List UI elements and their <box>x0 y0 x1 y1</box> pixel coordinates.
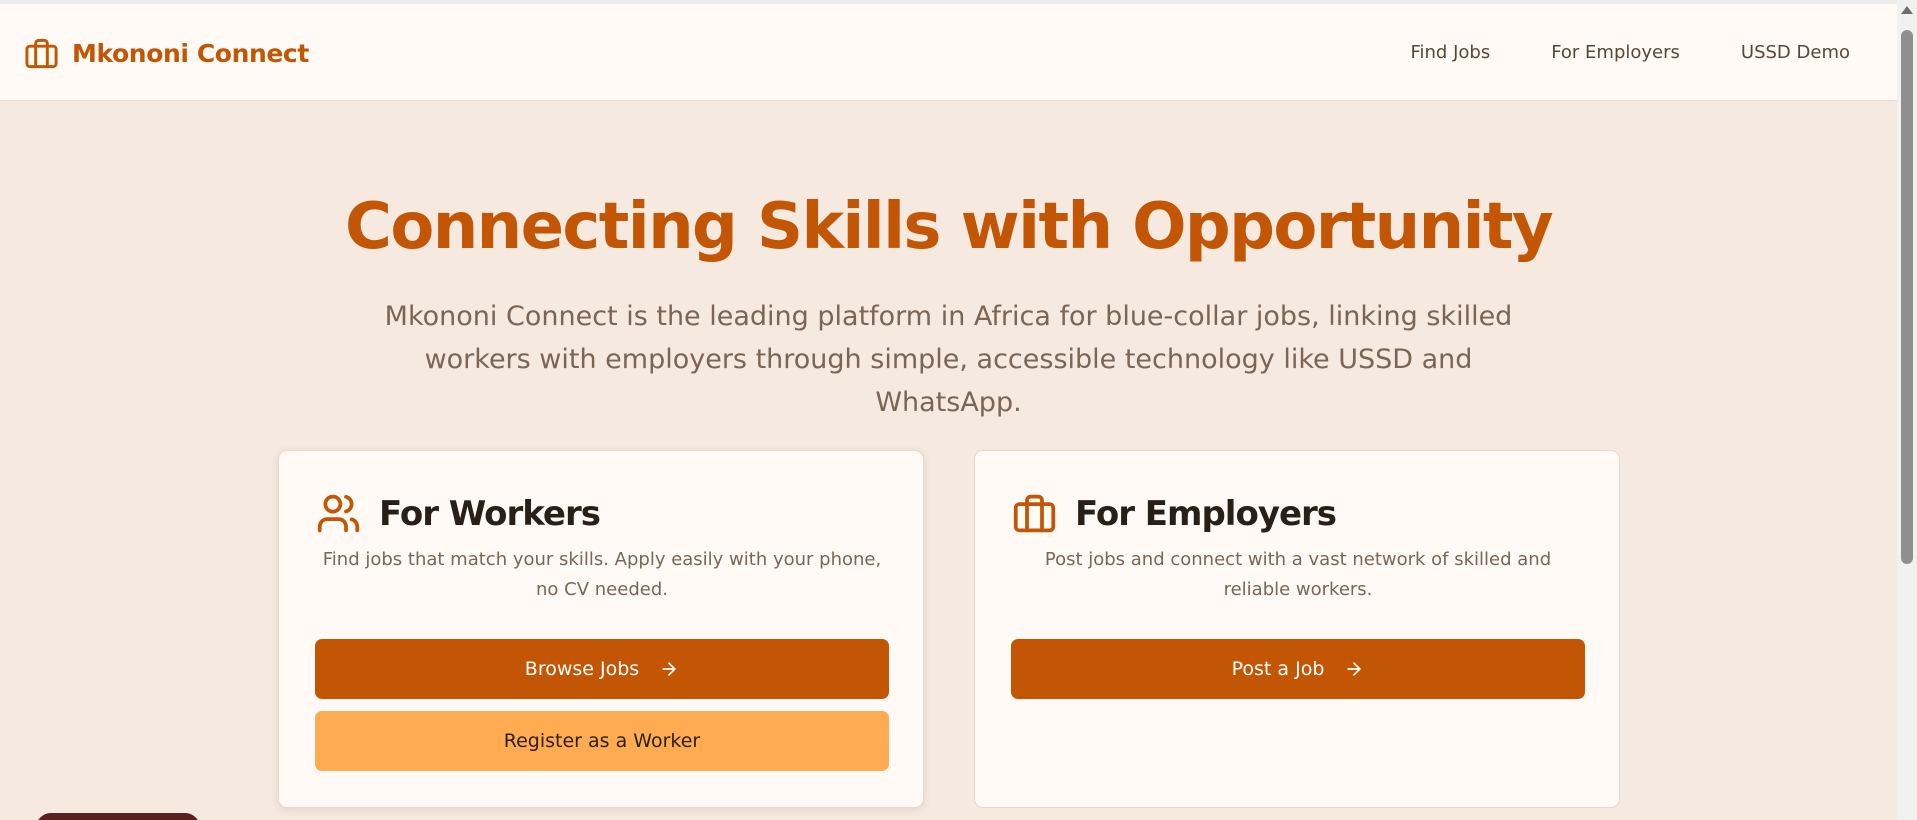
browse-jobs-label: Browse Jobs <box>524 658 640 680</box>
employers-card-title: For Employers <box>1075 493 1337 534</box>
hero-subtitle-line-2: workers with employers through simple, a… <box>424 344 1473 418</box>
users-icon <box>316 491 361 536</box>
arrow-right-icon <box>1324 659 1364 679</box>
scroll-up-arrow-icon[interactable] <box>1901 6 1913 14</box>
briefcase-icon <box>24 36 59 71</box>
workers-card-description: Find jobs that match your skills. Apply … <box>309 545 895 605</box>
page: Mkononi Connect Find Jobs For Employers … <box>0 0 1917 820</box>
site-header: Mkononi Connect Find Jobs For Employers … <box>0 4 1897 101</box>
scrollbar-thumb[interactable] <box>1901 30 1913 564</box>
arrow-right-icon <box>639 659 679 679</box>
briefcase-icon <box>1012 491 1057 536</box>
workers-desc-line-2: no CV needed. <box>536 579 668 600</box>
employers-card: For Employers Post jobs and connect with… <box>974 450 1620 808</box>
register-worker-button[interactable]: Register as a Worker <box>315 711 889 771</box>
employers-card-description: Post jobs and connect with a vast networ… <box>1005 545 1591 605</box>
employers-desc-line-1: Post jobs and connect with a vast networ… <box>1044 549 1552 570</box>
brand-logo-link[interactable]: Mkononi Connect <box>24 36 309 71</box>
hero-subtitle: Mkononi Connect is the leading platform … <box>370 295 1527 424</box>
main-nav: Find Jobs For Employers USSD Demo <box>1349 42 1850 63</box>
post-job-label: Post a Job <box>1231 658 1325 680</box>
workers-desc-line-1: Find jobs that match your skills. Apply … <box>322 549 882 570</box>
floating-widget[interactable] <box>36 813 200 820</box>
post-job-button[interactable]: Post a Job <box>1011 639 1585 699</box>
workers-card-header: For Workers <box>316 491 601 536</box>
brand-name: Mkononi Connect <box>72 39 309 68</box>
browse-jobs-button[interactable]: Browse Jobs <box>315 639 889 699</box>
nav-for-employers[interactable]: For Employers <box>1551 42 1680 63</box>
employers-card-header: For Employers <box>1012 491 1337 536</box>
hero-title: Connecting Skills with Opportunity <box>344 190 1554 264</box>
employers-desc-line-2: reliable workers. <box>1223 579 1373 600</box>
nav-ussd-demo[interactable]: USSD Demo <box>1741 42 1850 63</box>
register-worker-label: Register as a Worker <box>503 730 701 752</box>
vertical-scrollbar[interactable] <box>1897 0 1917 820</box>
workers-card: For Workers Find jobs that match your sk… <box>278 450 924 808</box>
workers-card-title: For Workers <box>379 493 601 534</box>
hero-subtitle-line-1: Mkononi Connect is the leading platform … <box>384 301 1513 332</box>
nav-find-jobs[interactable]: Find Jobs <box>1410 42 1490 63</box>
